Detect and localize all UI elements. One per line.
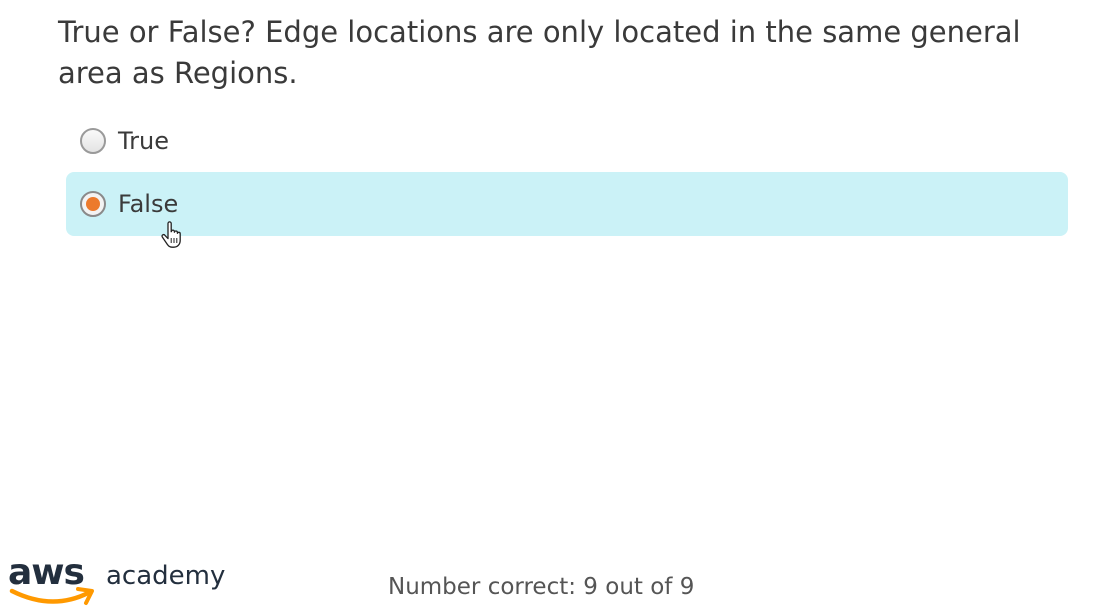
logo-academy-text: academy: [106, 561, 226, 591]
radio-button-icon[interactable]: [80, 128, 106, 154]
option-true[interactable]: True: [66, 109, 1068, 173]
option-label: True: [118, 127, 169, 155]
question-text: True or False? Edge locations are only l…: [58, 15, 1021, 90]
option-label: False: [118, 190, 179, 218]
quiz-page: True or False? Edge locations are only l…: [0, 0, 1105, 615]
radio-selected-dot: [86, 197, 100, 211]
aws-academy-logo: aws academy: [8, 553, 228, 615]
option-false[interactable]: False: [66, 172, 1068, 236]
hand-pointer-icon: [161, 221, 181, 248]
radio-button-icon[interactable]: [80, 191, 106, 217]
score-text: Number correct: 9 out of 9: [388, 574, 695, 600]
amazon-smile-icon: [9, 587, 94, 605]
